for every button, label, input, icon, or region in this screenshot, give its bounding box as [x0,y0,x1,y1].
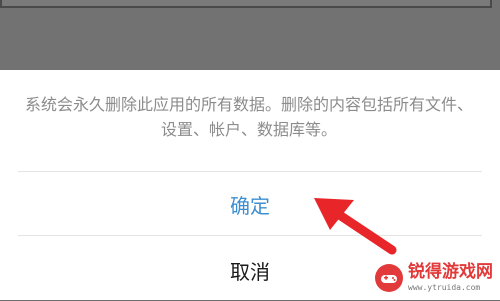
watermark-url: www.ytruida.com [408,283,481,292]
dimmed-background [0,0,500,70]
dialog-message: 系统会永久删除此应用的所有数据。删除的内容包括所有文件、设置、帐户、数据库等。 [24,95,473,139]
background-content-card [0,0,492,8]
divider [18,235,482,236]
watermark-title: 锐得游戏网 [408,262,493,282]
gamepad-logo-icon [375,264,403,292]
site-watermark: 锐得游戏网 www.ytruida.com [374,260,494,296]
confirm-button[interactable]: 确定 [18,173,482,235]
divider [18,171,482,172]
red-arrow-annotation [314,198,397,255]
